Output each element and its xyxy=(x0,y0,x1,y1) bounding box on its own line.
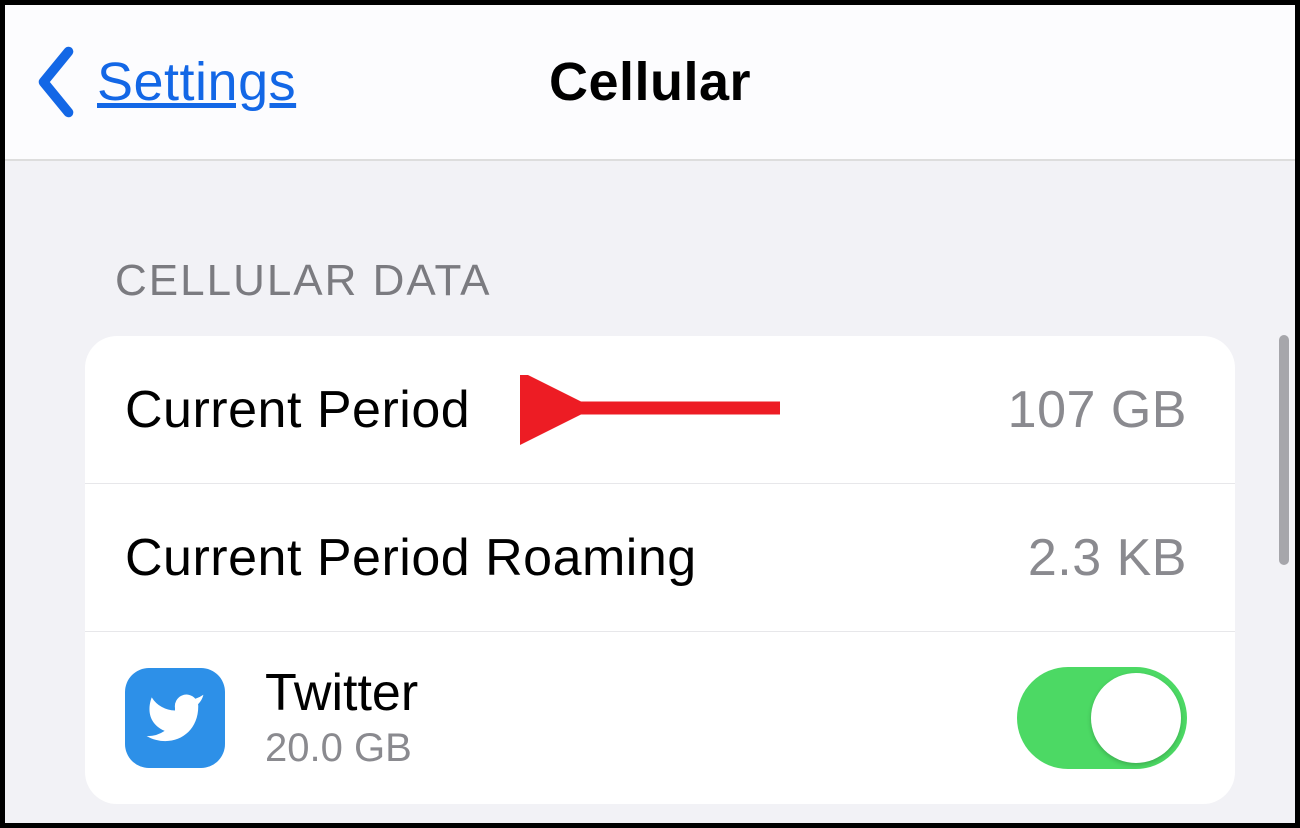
screen-frame: Settings Cellular CELLULAR DATA Current … xyxy=(0,0,1300,828)
roaming-value: 2.3 KB xyxy=(1028,528,1187,588)
twitter-app-usage: 20.0 GB xyxy=(265,726,1017,771)
row-current-period[interactable]: Current Period 107 GB xyxy=(85,336,1235,484)
twitter-toggle[interactable] xyxy=(1017,667,1187,769)
twitter-app-name: Twitter xyxy=(265,665,1017,722)
back-label: Settings xyxy=(97,51,296,113)
navigation-bar: Settings Cellular xyxy=(5,5,1295,161)
chevron-left-icon xyxy=(35,46,77,118)
row-app-twitter[interactable]: Twitter 20.0 GB xyxy=(85,632,1235,804)
twitter-app-info: Twitter 20.0 GB xyxy=(265,665,1017,771)
scrollbar-indicator xyxy=(1279,335,1289,565)
toggle-knob xyxy=(1091,673,1181,763)
section-header-cellular-data: CELLULAR DATA xyxy=(5,161,1295,326)
row-current-period-roaming[interactable]: Current Period Roaming 2.3 KB xyxy=(85,484,1235,632)
content-area: CELLULAR DATA Current Period 107 GB Curr… xyxy=(5,161,1295,804)
current-period-label: Current Period xyxy=(125,380,1008,440)
roaming-label: Current Period Roaming xyxy=(125,528,1028,588)
cellular-data-card: Current Period 107 GB Current Period Roa… xyxy=(85,336,1235,804)
current-period-value: 107 GB xyxy=(1008,380,1187,440)
back-button[interactable]: Settings xyxy=(35,5,296,159)
twitter-app-icon xyxy=(125,668,225,768)
twitter-bird-icon xyxy=(144,687,206,749)
